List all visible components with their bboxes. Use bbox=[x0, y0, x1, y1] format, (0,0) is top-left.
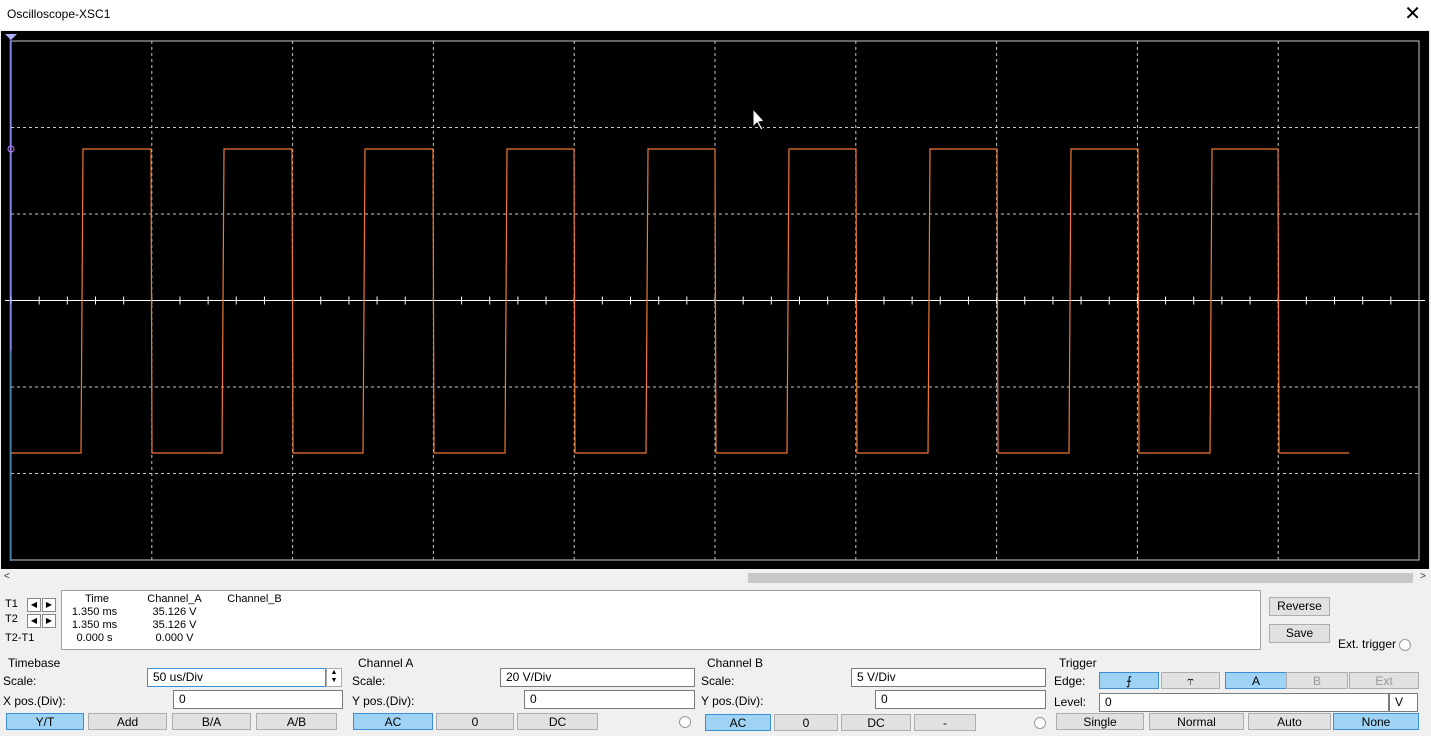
t2-left-arrow-icon[interactable]: ◀ bbox=[27, 614, 41, 628]
trigger-title: Trigger bbox=[1059, 656, 1097, 670]
timebase-a-b-button[interactable]: A/B bbox=[256, 713, 337, 730]
save-button[interactable]: Save bbox=[1269, 624, 1330, 643]
trigger-source-ext-button[interactable]: Ext bbox=[1349, 672, 1419, 689]
t2-t1-label: T2-T1 bbox=[5, 632, 35, 644]
stepper-down-icon[interactable]: ▼ bbox=[327, 677, 341, 685]
t2-time: 1.350 ms bbox=[71, 619, 118, 631]
t2-t1-time: 0.000 s bbox=[76, 632, 113, 644]
timebase-scale-stepper[interactable]: ▲ ▼ bbox=[326, 668, 342, 687]
channel-a-radio[interactable] bbox=[679, 716, 691, 728]
trigger-mode-normal-button[interactable]: Normal bbox=[1149, 713, 1244, 730]
waveform-display bbox=[5, 34, 1425, 561]
timebase-scale-label: Scale: bbox=[3, 674, 37, 688]
channel-a-ypos-label: Y pos.(Div): bbox=[352, 694, 415, 708]
channel-b-title: Channel B bbox=[707, 656, 764, 670]
t2-channel-a: 35.126 V bbox=[152, 619, 197, 631]
t1-left-arrow-icon[interactable]: ◀ bbox=[27, 598, 41, 612]
measurement-readout: Time Channel_A Channel_B 1.350 ms 35.126… bbox=[61, 590, 1261, 650]
channel-a-scale-label: Scale: bbox=[352, 674, 386, 688]
mouse-pointer-icon bbox=[752, 107, 765, 131]
trigger-mode-none-button[interactable]: None bbox=[1333, 713, 1419, 730]
reverse-button[interactable]: Reverse bbox=[1269, 597, 1330, 616]
trigger-level-unit[interactable]: V bbox=[1389, 693, 1418, 712]
channel-b-dash-button[interactable]: - bbox=[914, 714, 976, 731]
channel-b-ac-button[interactable]: AC bbox=[705, 714, 771, 731]
channel-b-ypos-input[interactable]: 0 bbox=[875, 690, 1046, 709]
horizontal-scrollbar[interactable]: < > bbox=[0, 570, 1431, 586]
trigger-mode-auto-button[interactable]: Auto bbox=[1248, 713, 1331, 730]
scroll-left-icon[interactable]: < bbox=[4, 571, 10, 582]
trigger-source-a-button[interactable]: A bbox=[1225, 672, 1287, 689]
edge-rising-button[interactable]: ⨍ bbox=[1099, 672, 1159, 689]
trigger-level-input[interactable]: 0 bbox=[1099, 693, 1389, 712]
close-icon[interactable]: ✕ bbox=[1404, 3, 1421, 25]
channel-a-dc-button[interactable]: DC bbox=[517, 713, 598, 730]
stepper-up-icon[interactable]: ▲ bbox=[327, 669, 341, 677]
channel-b-radio[interactable] bbox=[1034, 717, 1046, 729]
timebase-add-button[interactable]: Add bbox=[88, 713, 167, 730]
channel-a-ac-button[interactable]: AC bbox=[353, 713, 433, 730]
oscilloscope-screen[interactable] bbox=[1, 31, 1429, 569]
channel-a-ypos-input[interactable]: 0 bbox=[524, 690, 695, 709]
scroll-thumb[interactable] bbox=[748, 573, 1413, 583]
channel-a-title: Channel A bbox=[358, 656, 414, 670]
t2-label: T2 bbox=[5, 613, 18, 625]
timebase-y-t-button[interactable]: Y/T bbox=[6, 713, 84, 730]
t1-right-arrow-icon[interactable]: ▶ bbox=[42, 598, 56, 612]
timebase-b-a-button[interactable]: B/A bbox=[172, 713, 251, 730]
header-channel-b: Channel_B bbox=[227, 593, 282, 605]
trigger-level-label: Level: bbox=[1054, 695, 1087, 709]
timebase-xpos-label: X pos.(Div): bbox=[3, 694, 66, 708]
t1-time: 1.350 ms bbox=[71, 606, 118, 618]
cursor-handle-icon bbox=[5, 34, 17, 40]
window-title: Oscilloscope-XSC1 bbox=[7, 7, 111, 21]
channel-b-scale-input[interactable]: 5 V/Div bbox=[851, 668, 1046, 687]
trigger-edge-label: Edge: bbox=[1054, 674, 1086, 688]
t1-channel-a: 35.126 V bbox=[152, 606, 197, 618]
timebase-xpos-input[interactable]: 0 bbox=[173, 690, 343, 709]
timebase-title: Timebase bbox=[8, 656, 61, 670]
header-time: Time bbox=[84, 593, 110, 605]
title-bar: Oscilloscope-XSC1 ✕ bbox=[0, 0, 1431, 30]
edge-falling-button[interactable]: ⥾ bbox=[1161, 672, 1220, 689]
channel-b-ypos-label: Y pos.(Div): bbox=[701, 694, 764, 708]
trigger-source-b-button[interactable]: B bbox=[1286, 672, 1348, 689]
channel-b-0-button[interactable]: 0 bbox=[774, 714, 838, 731]
trigger-mode-single-button[interactable]: Single bbox=[1056, 713, 1144, 730]
channel-a-0-button[interactable]: 0 bbox=[436, 713, 514, 730]
ext-trigger-label: Ext. trigger bbox=[1338, 637, 1397, 651]
channel-a-scale-input[interactable]: 20 V/Div bbox=[500, 668, 695, 687]
channel-b-dc-button[interactable]: DC bbox=[841, 714, 911, 731]
scroll-right-icon[interactable]: > bbox=[1420, 571, 1426, 582]
t2-t1-channel-a: 0.000 V bbox=[155, 632, 194, 644]
header-channel-a: Channel_A bbox=[147, 593, 202, 605]
t1-label: T1 bbox=[5, 598, 18, 610]
t2-right-arrow-icon[interactable]: ▶ bbox=[42, 614, 56, 628]
channel-b-scale-label: Scale: bbox=[701, 674, 735, 688]
ext-trigger-radio[interactable] bbox=[1399, 639, 1411, 651]
timebase-scale-input[interactable]: 50 us/Div bbox=[147, 668, 326, 687]
